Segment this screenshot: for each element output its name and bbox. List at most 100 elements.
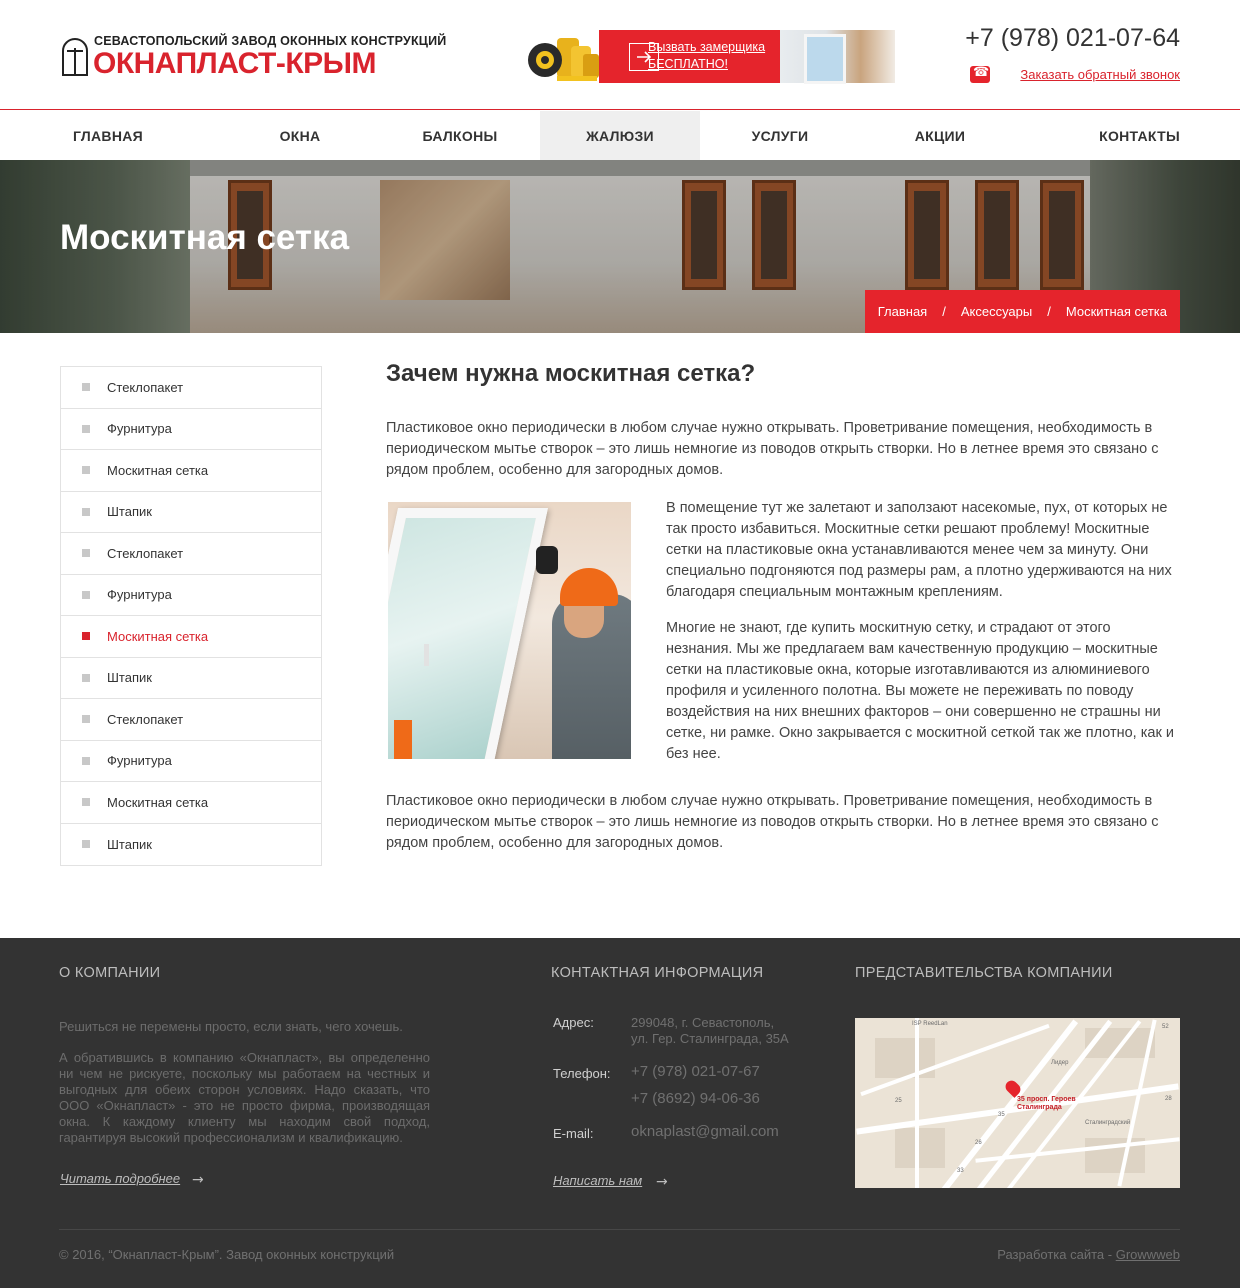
map-place-label: ISP ReedLan [912, 1021, 948, 1027]
coins-tape-icon [528, 38, 599, 81]
sidebar-item[interactable]: Москитная сетка [61, 450, 321, 492]
sidebar-item-label: Москитная сетка [107, 462, 209, 478]
map-place-label: Сталинградский [1085, 1120, 1131, 1126]
window-installer-photo [388, 502, 631, 759]
breadcrumb: Главная / Аксессуары / Москитная сетка [864, 290, 1180, 333]
callback-link[interactable]: Заказать обратный звонок [1020, 67, 1180, 82]
sidebar-item-label: Стеклопакет [107, 379, 184, 395]
sidebar-item[interactable]: Фурнитура [61, 741, 321, 782]
square-bullet-icon [82, 466, 90, 475]
footer-about-text: А обратившись в компанию «Окнапласт», вы… [59, 1050, 430, 1145]
breadcrumb-separator: / [1047, 304, 1051, 319]
square-bullet-icon [82, 715, 90, 724]
breadcrumb-current: Москитная сетка [1065, 304, 1167, 319]
square-bullet-icon [82, 798, 90, 807]
square-bullet-icon [82, 590, 90, 599]
sidebar-item[interactable]: Штапик [61, 824, 321, 866]
developer-link[interactable]: Growwweb [1116, 1247, 1180, 1262]
sidebar-item[interactable]: Стеклопакет [61, 533, 321, 575]
map-number: 26 [975, 1140, 982, 1146]
site-footer: О КОМПАНИИ Решиться не перемены просто, … [0, 938, 1240, 1288]
sidebar-item[interactable]: Москитная сетка [61, 782, 321, 824]
square-bullet-icon [82, 632, 90, 641]
sidebar-item-label: Фурнитура [107, 421, 172, 437]
nav-item-services[interactable]: УСЛУГИ [700, 111, 860, 160]
measurer-promo-banner[interactable]: Вызвать замерщика БЕСПЛАТНО! [527, 30, 895, 84]
main-nav: ГЛАВНАЯ ОКНА БАЛКОНЫ ЖАЛЮЗИ УСЛУГИ АКЦИИ… [60, 111, 1180, 160]
footer-offices-title: ПРЕДСТАВИТЕЛЬСТВА КОМПАНИИ [855, 965, 1113, 981]
sidebar-item-label: Фурнитура [107, 587, 172, 603]
promo-text[interactable]: Вызвать замерщика БЕСПЛАТНО! [648, 39, 765, 73]
sidebar-item-active[interactable]: Москитная сетка [61, 616, 321, 658]
article-paragraph: В помещение тут же залетают и заползают … [666, 500, 1172, 600]
sidebar-item-label: Москитная сетка [107, 794, 209, 810]
site-logo[interactable]: СЕВАСТОПОЛЬСКИЙ ЗАВОД ОКОННЫХ КОНСТРУКЦИ… [62, 34, 446, 80]
page-hero: Москитная сетка Главная / Аксессуары / М… [0, 160, 1240, 333]
developer-credit: Разработка сайта - Growwweb [997, 1247, 1180, 1262]
nav-item-promotions[interactable]: АКЦИИ [860, 111, 1020, 160]
sidebar-item-label: Фурнитура [107, 753, 172, 769]
map-pin-label-line: 35 просп. Героев [1017, 1096, 1076, 1103]
article-title: Зачем нужна москитная сетка? [386, 360, 756, 387]
article-paragraph: Многие не знают, где купить москитную се… [666, 620, 1174, 762]
sidebar-item-label: Штапик [107, 670, 152, 686]
square-bullet-icon [82, 840, 90, 849]
sidebar-item[interactable]: Штапик [61, 492, 321, 533]
phone-label: Телефон: [553, 1066, 611, 1081]
write-us-link[interactable]: Написать нам [553, 1173, 642, 1188]
sidebar-item[interactable]: Стеклопакет [61, 367, 321, 409]
map-place-label: Лидер [1051, 1060, 1069, 1066]
nav-item-home[interactable]: ГЛАВНАЯ [60, 111, 220, 160]
map-number: 33 [957, 1168, 964, 1174]
address-line: ул. Гер. Сталинграда, 35А [631, 1031, 789, 1046]
logo-tagline: СЕВАСТОПОЛЬСКИЙ ЗАВОД ОКОННЫХ КОНСТРУКЦИ… [94, 34, 447, 48]
breadcrumb-home[interactable]: Главная [878, 304, 927, 319]
nav-item-contacts[interactable]: КОНТАКТЫ [1020, 111, 1180, 160]
footer-phone[interactable]: +7 (8692) 94-06-36 [631, 1090, 760, 1107]
logo-name: ОКНАПЛАСТ-КРЫМ [93, 47, 377, 80]
window-image [780, 30, 895, 84]
footer-about-text: Решиться не перемены просто, если знать,… [59, 1019, 403, 1034]
sidebar-item[interactable]: Штапик [61, 658, 321, 699]
article-paragraph: Пластиковое окно периодически в любом сл… [386, 420, 1159, 478]
sidebar-item-label: Стеклопакет [107, 545, 184, 561]
breadcrumb-accessories[interactable]: Аксессуары [961, 304, 1032, 319]
photo-window-frame [388, 508, 548, 759]
header-phone[interactable]: +7 (978) 021-07-64 [965, 24, 1180, 53]
sidebar-item[interactable]: Фурнитура [61, 575, 321, 616]
nav-item-blinds[interactable]: ЖАЛЮЗИ [540, 111, 700, 160]
address-label: Адрес: [553, 1015, 594, 1030]
map-block [895, 1128, 945, 1168]
developer-credit-text: Разработка сайта - [997, 1247, 1116, 1262]
page-title: Москитная сетка [60, 218, 350, 257]
arrow-right-icon: → [192, 1172, 204, 1188]
square-bullet-icon [82, 673, 90, 682]
photo-handle [424, 644, 429, 666]
read-more-link[interactable]: Читать подробнее [60, 1171, 180, 1186]
map-number: 35 [998, 1112, 1005, 1118]
nav-item-balconies[interactable]: БАЛКОНЫ [380, 111, 540, 160]
square-bullet-icon [82, 424, 90, 433]
promo-line2: БЕСПЛАТНО! [648, 57, 728, 71]
map-number: 28 [1165, 1096, 1172, 1102]
promo-line1: Вызвать замерщика [648, 40, 766, 54]
copyright: © 2016, “Окнапласт-Крым”. Завод оконных … [59, 1247, 395, 1262]
photo-sleeve [394, 720, 412, 759]
breadcrumb-separator: / [942, 304, 946, 319]
sidebar-item[interactable]: Фурнитура [61, 409, 321, 450]
arrow-right-icon: → [656, 1174, 668, 1190]
sidebar-item-label: Стеклопакет [107, 711, 184, 727]
sidebar-item[interactable]: Стеклопакет [61, 699, 321, 741]
email-label: E-mail: [553, 1126, 594, 1141]
site-header: СЕВАСТОПОЛЬСКИЙ ЗАВОД ОКОННЫХ КОНСТРУКЦИ… [0, 0, 1240, 110]
office-map[interactable]: ISP ReedLan Лидер Сталинградский 52 35 2… [855, 1018, 1180, 1188]
nav-item-windows[interactable]: ОКНА [220, 111, 380, 160]
sidebar-item-label: Штапик [107, 836, 152, 852]
footer-email[interactable]: oknaplast@gmail.com [631, 1123, 779, 1140]
footer-phone[interactable]: +7 (978) 021-07-67 [631, 1063, 760, 1080]
map-pin-label-line: Сталинграда [1017, 1104, 1062, 1111]
sidebar-menu: Стеклопакет Фурнитура Москитная сетка Шт… [60, 366, 322, 866]
square-bullet-icon [82, 507, 90, 516]
sidebar-item-label: Москитная сетка [107, 628, 209, 644]
photo-glove [536, 546, 558, 574]
